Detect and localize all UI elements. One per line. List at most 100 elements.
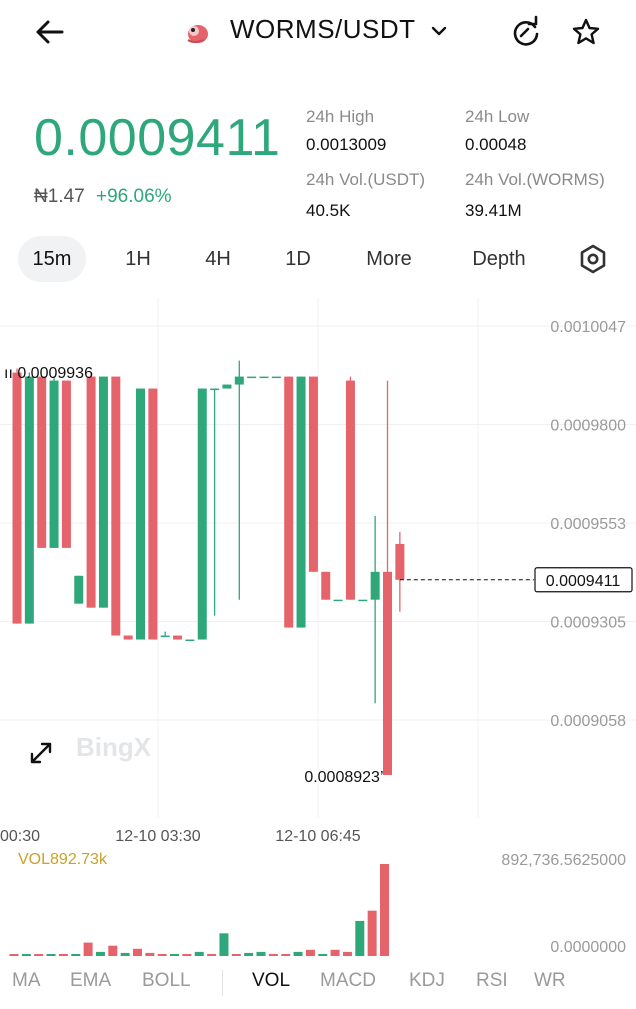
candle-body bbox=[358, 599, 368, 602]
candle-body bbox=[383, 571, 392, 775]
tab-1h[interactable]: 1H bbox=[112, 236, 164, 282]
candle-body bbox=[185, 639, 195, 642]
price-tick-label: 0.0009058 bbox=[550, 713, 626, 730]
stat-value-24h-vol-usdt: 40.5K bbox=[306, 201, 351, 220]
candle-body bbox=[61, 380, 71, 548]
price-axis: 0.0010047 0.0009800 0.0009553 0.0009305 0.00… bbox=[550, 319, 626, 730]
bingx-watermark: BingX bbox=[76, 732, 152, 762]
indicator-tab-ema[interactable]: EMA bbox=[70, 970, 111, 992]
candle-body bbox=[333, 599, 343, 602]
star-icon bbox=[572, 18, 600, 45]
chart-settings-button[interactable] bbox=[576, 242, 610, 276]
candle-body bbox=[321, 571, 331, 600]
volume-bar bbox=[207, 953, 217, 956]
favorite-button[interactable] bbox=[568, 14, 604, 50]
indicator-tab-vol[interactable]: VOL bbox=[252, 970, 290, 992]
tab-1d[interactable]: 1D bbox=[272, 236, 324, 282]
volume-bar bbox=[293, 951, 303, 956]
volume-bar bbox=[219, 933, 229, 956]
volume-bar bbox=[256, 951, 266, 956]
candle-body bbox=[24, 376, 34, 624]
tab-4h[interactable]: 4H bbox=[190, 236, 246, 282]
stat-value-24h-high: 0.0013009 bbox=[306, 135, 387, 154]
volume-bar bbox=[244, 952, 254, 956]
volume-bar bbox=[120, 952, 130, 956]
volume-bar bbox=[145, 952, 155, 956]
indicator-tab-ma[interactable]: MA bbox=[12, 970, 41, 992]
volume-bar bbox=[21, 954, 31, 956]
volume-max-label: 892,736.5625000 bbox=[501, 852, 626, 869]
candle-body bbox=[271, 376, 281, 379]
candle-body bbox=[234, 376, 244, 385]
price-chart[interactable]: 0.0010047 0.0009800 0.0009553 0.0009305 0.00… bbox=[0, 298, 636, 958]
candle-body bbox=[259, 376, 269, 379]
stat-value-24h-vol-worms: 39.41M bbox=[465, 201, 522, 220]
price-tick-label: 0.0009305 bbox=[550, 615, 626, 632]
change-percent: +96.06% bbox=[96, 186, 172, 207]
candle-body bbox=[160, 635, 170, 638]
volume-bar bbox=[355, 920, 365, 956]
price-tick-label: 0.0010047 bbox=[550, 319, 626, 336]
max-price-label: ıı 0.0009936 bbox=[4, 365, 93, 382]
candle-body bbox=[111, 376, 121, 636]
candle-body bbox=[123, 635, 133, 640]
last-price: 0.0009411 bbox=[34, 109, 281, 167]
indicator-divider bbox=[222, 970, 223, 996]
indicator-tab-kdj[interactable]: KDJ bbox=[409, 970, 445, 992]
stat-label-24h-high: 24h High bbox=[306, 107, 375, 126]
tab-more[interactable]: More bbox=[352, 236, 426, 282]
indicator-tab-boll[interactable]: BOLL bbox=[142, 970, 191, 992]
candle-body bbox=[308, 376, 318, 572]
fiat-value: ₦1.47 bbox=[34, 186, 85, 207]
volume-bar bbox=[342, 951, 352, 956]
candle-body bbox=[49, 380, 59, 548]
volume-bar bbox=[95, 951, 105, 956]
tab-depth[interactable]: Depth bbox=[456, 236, 542, 282]
back-button[interactable] bbox=[30, 14, 70, 50]
volume-bar bbox=[231, 954, 241, 956]
volume-label: VOL892.73k bbox=[18, 851, 108, 868]
volume-bar bbox=[157, 954, 167, 956]
volume-bar bbox=[108, 945, 118, 956]
volume-bar bbox=[46, 954, 56, 956]
candle-body bbox=[284, 376, 294, 628]
indicator-tab-rsi[interactable]: RSI bbox=[476, 970, 508, 992]
volume-bar bbox=[268, 953, 278, 956]
worms-coin-logo bbox=[184, 20, 210, 46]
refresh-icon bbox=[513, 15, 539, 46]
expand-arrows-icon[interactable] bbox=[30, 742, 52, 764]
candle-body bbox=[222, 384, 232, 389]
candle-body bbox=[136, 388, 145, 640]
arrow-left-icon bbox=[36, 20, 64, 44]
candle-body bbox=[247, 376, 257, 379]
volume-bar bbox=[9, 954, 19, 956]
time-tick-label: 12-10 06:45 bbox=[275, 828, 361, 845]
volume-bar bbox=[170, 954, 180, 956]
candles bbox=[12, 360, 405, 775]
candle-body bbox=[345, 380, 355, 600]
volume-bar bbox=[380, 864, 389, 956]
volume-bar bbox=[34, 954, 44, 956]
tab-15m[interactable]: 15m bbox=[18, 236, 86, 282]
chevron-down-icon[interactable] bbox=[428, 20, 450, 42]
time-axis: 00:30 12-10 03:30 12-10 06:45 bbox=[0, 828, 361, 845]
price-tick-label: 0.0009800 bbox=[550, 418, 626, 435]
candle-body bbox=[395, 543, 405, 580]
candle-body bbox=[296, 376, 306, 628]
candle-body bbox=[37, 376, 47, 548]
candle-body bbox=[197, 388, 207, 640]
candle-body bbox=[370, 571, 380, 600]
stat-value-24h-low: 0.00048 bbox=[465, 135, 527, 154]
volume-min-label: 0.0000000 bbox=[550, 939, 626, 956]
candle-body bbox=[86, 376, 96, 608]
candle-body bbox=[98, 376, 108, 608]
stat-label-24h-vol-worms: 24h Vol.(WORMS) bbox=[465, 170, 605, 189]
time-tick-label: 12-10 03:30 bbox=[115, 828, 201, 845]
candle-body bbox=[148, 388, 158, 640]
volume-bar bbox=[71, 954, 81, 956]
refresh-button[interactable] bbox=[508, 14, 544, 50]
pair-title[interactable]: WORMS/USDT bbox=[230, 14, 416, 45]
indicator-tab-wr[interactable]: WR bbox=[534, 970, 566, 992]
time-tick-label: 00:30 bbox=[0, 828, 40, 845]
indicator-tab-macd[interactable]: MACD bbox=[320, 970, 376, 992]
